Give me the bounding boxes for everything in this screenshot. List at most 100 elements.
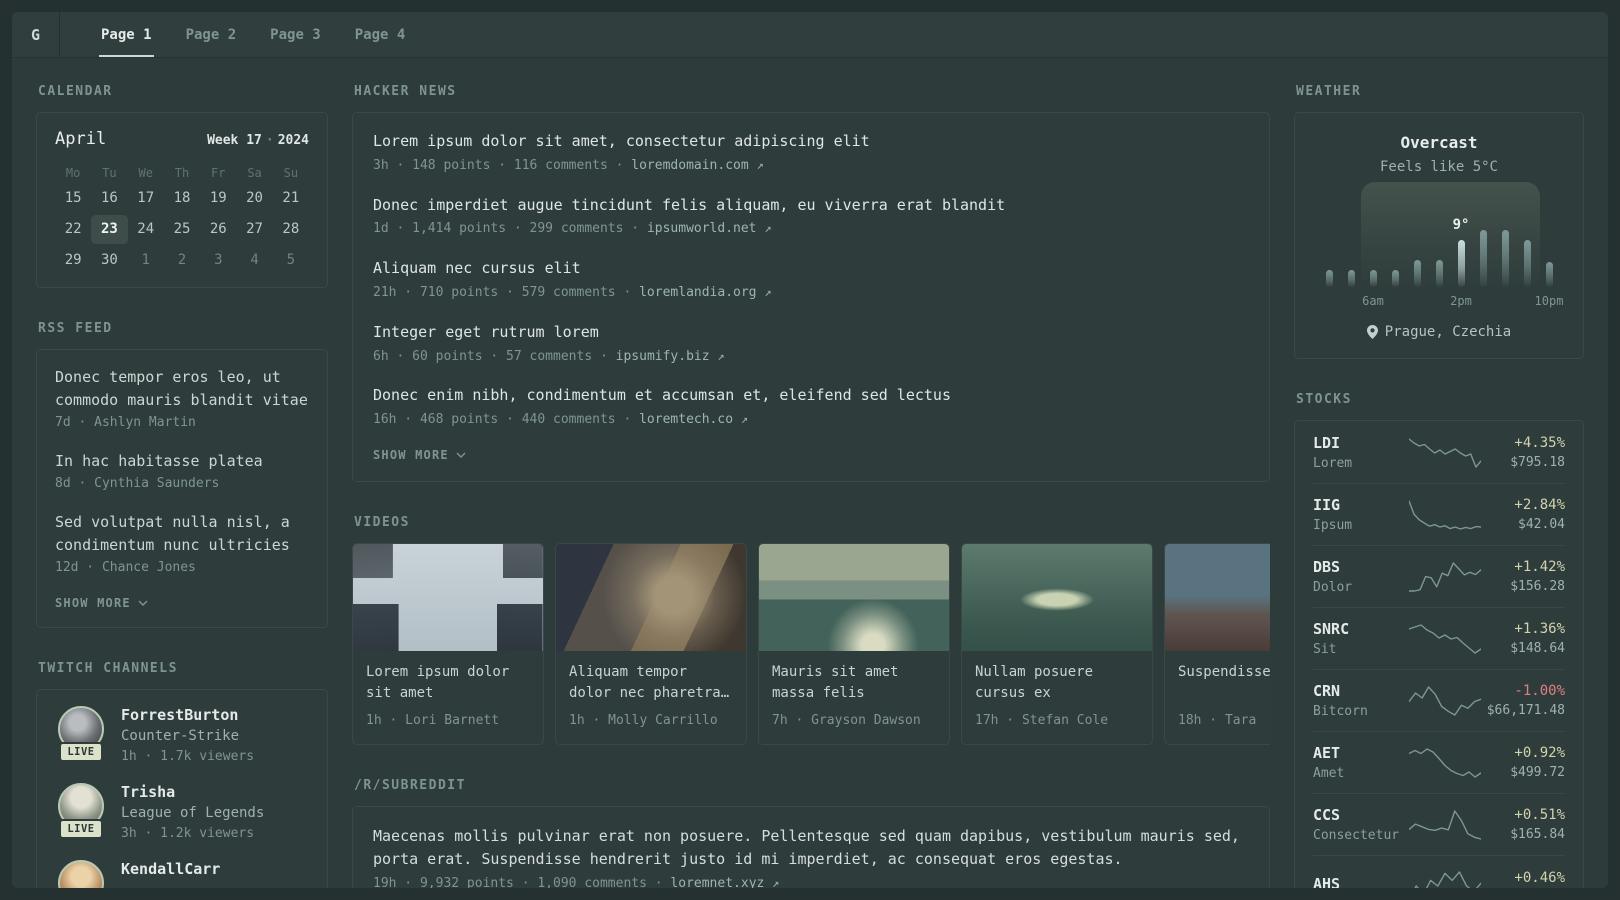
- dashboard-content: CALENDAR April Week 17 · 2024 Mo Tu We Th …: [12, 58, 1608, 888]
- live-badge: LIVE: [59, 742, 103, 763]
- right-column: WEATHER Overcast Feels like 5°C 9° 6am 2p…: [1294, 84, 1584, 888]
- subreddit-post-link[interactable]: Maecenas mollis pulvinar erat non posuer…: [373, 825, 1249, 872]
- video-meta: 1h · Molly Carrillo: [569, 712, 718, 728]
- stock-change: +2.84%: [1514, 497, 1565, 513]
- subreddit-domain-link[interactable]: loremnet.xyz ↗: [670, 876, 779, 888]
- weather-card: Overcast Feels like 5°C 9° 6am 2pm 10pm Pr…: [1294, 112, 1584, 359]
- hn-item: Donec imperdiet augue tincidunt felis al…: [373, 195, 1249, 240]
- section-title-twitch: TWITCH CHANNELS: [38, 661, 178, 677]
- twitch-channel-game: Counter-Strike: [121, 728, 240, 745]
- calendar-day: 15: [64, 190, 82, 206]
- stock-row[interactable]: DBS Dolor +1.42% $156.28: [1313, 545, 1565, 607]
- stock-price: $156.28: [1510, 579, 1565, 594]
- video-title: Suspendisse diam: [1178, 663, 1270, 680]
- rss-show-more-button[interactable]: SHOW MORE: [55, 596, 148, 610]
- weekday-label: We: [138, 166, 153, 180]
- calendar-day: 27: [246, 221, 263, 237]
- calendar-day-next-month: 1: [141, 252, 150, 268]
- rss-item-link[interactable]: In hac habitasse platea: [55, 450, 309, 473]
- calendar-day-next-month: 3: [214, 252, 223, 268]
- twitch-channel-row[interactable]: LIVE Trisha League of Legends 3h · 1.2k …: [55, 782, 309, 844]
- videos-row: Lorem ipsum dolor sit amet consectetu… 1…: [352, 542, 1270, 745]
- twitch-card: LIVE ForrestBurton Counter-Strike 1h · 1…: [36, 689, 328, 888]
- rss-item-link[interactable]: Sed volutpat nulla nisl, a condimentum n…: [55, 511, 309, 556]
- live-badge: LIVE: [59, 818, 103, 839]
- stock-row[interactable]: LDI Lorem +4.35% $795.18: [1313, 422, 1565, 483]
- hn-domain-link[interactable]: loremlandia.org ↗: [639, 285, 771, 300]
- calendar-day-next-month: 2: [177, 252, 187, 268]
- weather-bar: [1435, 260, 1443, 287]
- hn-story-link[interactable]: Aliquam nec cursus elit: [373, 258, 1249, 280]
- twitch-channel-row[interactable]: KendallCarr: [55, 859, 309, 888]
- hn-story-link[interactable]: Donec enim nibh, condimentum et accumsan…: [373, 385, 1249, 407]
- weather-bar: [1413, 260, 1421, 287]
- calendar-day-selected: 23: [91, 215, 128, 244]
- tab-page-1[interactable]: Page 1: [84, 12, 169, 57]
- video-card[interactable]: Mauris sit amet massa felis 7h · Grayson…: [758, 542, 950, 745]
- hn-domain-link[interactable]: loremtech.co ↗: [639, 412, 748, 427]
- stock-name: Dolor: [1313, 580, 1353, 595]
- show-more-label: SHOW MORE: [373, 447, 449, 462]
- weather-axis-label: 2pm: [1450, 294, 1472, 308]
- videos-widget: VIDEOS Lorem ipsum dolor sit amet consec…: [352, 515, 1270, 745]
- stock-sparkline: [1409, 868, 1482, 888]
- weather-axis: 6am 2pm 10pm: [1326, 294, 1563, 309]
- hn-domain-link[interactable]: loremdomain.com ↗: [631, 158, 763, 173]
- stocks-card: LDI Lorem +4.35% $795.18 IIG Ipsum +2.84% $4…: [1294, 420, 1584, 888]
- calendar-day: 21: [282, 190, 300, 206]
- weather-bar: [1391, 270, 1399, 287]
- weather-feels-like: Feels like 5°C: [1379, 159, 1498, 175]
- video-meta: 7h · Grayson Dawson: [772, 712, 921, 728]
- video-thumbnail: [962, 543, 1152, 651]
- tab-page-3[interactable]: Page 3: [253, 12, 338, 57]
- stock-name: Sit: [1313, 642, 1337, 657]
- stock-change: +0.92%: [1514, 745, 1565, 761]
- stock-name: Amet: [1313, 766, 1345, 781]
- hn-item: Donec enim nibh, condimentum et accumsan…: [373, 385, 1249, 430]
- stock-symbol: IIG: [1313, 496, 1341, 514]
- stock-price: $499.72: [1510, 765, 1565, 780]
- top-nav: G Page 1 Page 2 Page 3 Page 4: [12, 12, 1608, 58]
- hn-story-link[interactable]: Lorem ipsum dolor sit amet, consectetur …: [373, 131, 1249, 153]
- rss-card: Donec tempor eros leo, ut commodo mauris…: [36, 349, 328, 629]
- calendar-day: 26: [209, 221, 227, 237]
- stock-row[interactable]: IIG Ipsum +2.84% $42.04: [1313, 483, 1565, 545]
- stock-row[interactable]: CCS Consectetur +0.51% $165.84: [1313, 793, 1565, 855]
- weather-location-label: Prague, Czechia: [1384, 324, 1512, 340]
- calendar-day-grid: 15 16 17 18 19 20 21 22 23 24 25 26 27 2…: [55, 184, 309, 275]
- app-logo[interactable]: G: [12, 12, 60, 57]
- section-title-rss: RSS FEED: [38, 321, 113, 336]
- calendar-day: 20: [246, 190, 263, 206]
- twitch-channel-game: League of Legends: [121, 804, 265, 821]
- stock-row[interactable]: AET Amet +0.92% $499.72: [1313, 731, 1565, 793]
- video-card[interactable]: Aliquam tempor dolor nec pharetra… 1h · …: [555, 542, 747, 745]
- twitch-channel-name: KendallCarr: [121, 859, 221, 878]
- calendar-week-number: Week 17: [207, 133, 262, 148]
- twitch-channel-row[interactable]: LIVE ForrestBurton Counter-Strike 1h · 1…: [55, 706, 309, 767]
- rss-item-link[interactable]: Donec tempor eros leo, ut commodo mauris…: [55, 366, 309, 411]
- weather-bar: [1347, 270, 1355, 287]
- hn-show-more-button[interactable]: SHOW MORE: [373, 448, 466, 462]
- video-card[interactable]: Nullam posuere cursus ex 17h · Stefan Co…: [961, 542, 1153, 745]
- stock-row[interactable]: SNRC Sit +1.36% $148.64: [1313, 607, 1565, 669]
- video-card[interactable]: Lorem ipsum dolor sit amet consectetu… 1…: [352, 542, 544, 745]
- tab-page-2[interactable]: Page 2: [169, 12, 254, 57]
- hn-story-link[interactable]: Integer eget rutrum lorem: [373, 322, 1249, 344]
- calendar-day: 24: [137, 221, 155, 237]
- stock-row[interactable]: AHS +0.46%: [1313, 855, 1565, 888]
- stocks-widget: STOCKS LDI Lorem +4.35% $795.18 IIG Ipsum +…: [1294, 392, 1584, 888]
- subreddit-post: Maecenas mollis pulvinar erat non posuer…: [373, 825, 1249, 888]
- weekday-label: Mo: [65, 166, 81, 180]
- hn-story-link[interactable]: Donec imperdiet augue tincidunt felis al…: [373, 195, 1249, 217]
- video-thumbnail: [353, 543, 543, 651]
- calendar-day-next-month: 4: [250, 252, 259, 268]
- hn-domain-link[interactable]: ipsumify.biz ↗: [616, 349, 725, 364]
- hn-item: Lorem ipsum dolor sit amet, consectetur …: [373, 131, 1249, 176]
- stock-row[interactable]: CRN Bitcorn -1.00% $66,171.48: [1313, 669, 1565, 731]
- external-link-icon: ↗: [772, 876, 780, 888]
- stock-change: +0.46%: [1514, 869, 1565, 886]
- hn-domain-link[interactable]: ipsumworld.net ↗: [647, 221, 772, 236]
- tab-page-4[interactable]: Page 4: [338, 12, 423, 57]
- rss-item-meta: 12d · Chance Jones: [55, 560, 196, 576]
- video-card[interactable]: Suspendisse diam 18h · Tara: [1164, 542, 1270, 745]
